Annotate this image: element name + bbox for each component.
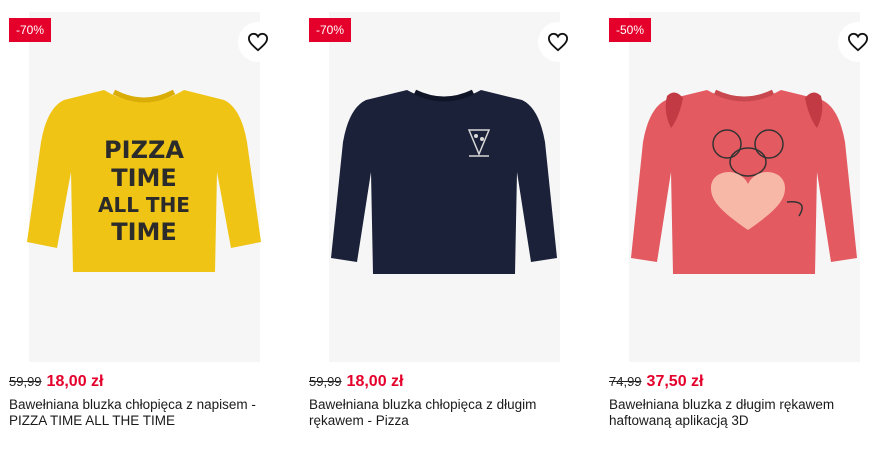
- product-card[interactable]: -50% 74,99 37,50 zł Bawełniana bluzka z …: [609, 0, 889, 451]
- price-row: 59,99 18,00 zł: [309, 373, 403, 393]
- discount-badge: -70%: [309, 18, 352, 42]
- sale-price: 18,00 zł: [46, 373, 104, 390]
- old-price: 59,99: [9, 374, 42, 389]
- product-title-link[interactable]: Bawełniana bluzka z długim rękawem hafto…: [609, 397, 879, 429]
- price-row: 74,99 37,50 zł: [609, 373, 703, 393]
- product-photo-red-shirt: [631, 89, 857, 274]
- discount-badge: -70%: [9, 18, 52, 42]
- product-photo-navy-shirt: [331, 89, 557, 274]
- product-title-link[interactable]: Bawełniana bluzka chłopięca z napisem - …: [9, 397, 279, 429]
- print-line: ALL THE: [98, 193, 190, 217]
- favorite-button[interactable]: [838, 22, 878, 62]
- heart-outline-icon: [847, 32, 869, 52]
- sale-price: 18,00 zł: [346, 373, 404, 390]
- old-price: 74,99: [609, 374, 642, 389]
- print-line: PIZZA: [104, 136, 184, 164]
- sale-price: 37,50 zł: [646, 373, 704, 390]
- product-title-link[interactable]: Bawełniana bluzka chłopięca z długim ręk…: [309, 397, 579, 429]
- product-grid: PIZZA TIME ALL THE TIME -70% 59,99 18,00…: [0, 0, 891, 451]
- print-line: TIME: [111, 218, 177, 246]
- heart-outline-icon: [247, 32, 269, 52]
- heart-outline-icon: [547, 32, 569, 52]
- product-card[interactable]: PIZZA TIME ALL THE TIME -70% 59,99 18,00…: [9, 0, 289, 451]
- product-photo-yellow-shirt: PIZZA TIME ALL THE TIME: [27, 89, 261, 272]
- favorite-button[interactable]: [238, 22, 278, 62]
- product-card[interactable]: -70% 59,99 18,00 zł Bawełniana bluzka ch…: [309, 0, 589, 451]
- print-line: TIME: [111, 164, 177, 192]
- discount-badge: -50%: [609, 18, 652, 42]
- old-price: 59,99: [309, 374, 342, 389]
- favorite-button[interactable]: [538, 22, 578, 62]
- price-row: 59,99 18,00 zł: [9, 373, 103, 393]
